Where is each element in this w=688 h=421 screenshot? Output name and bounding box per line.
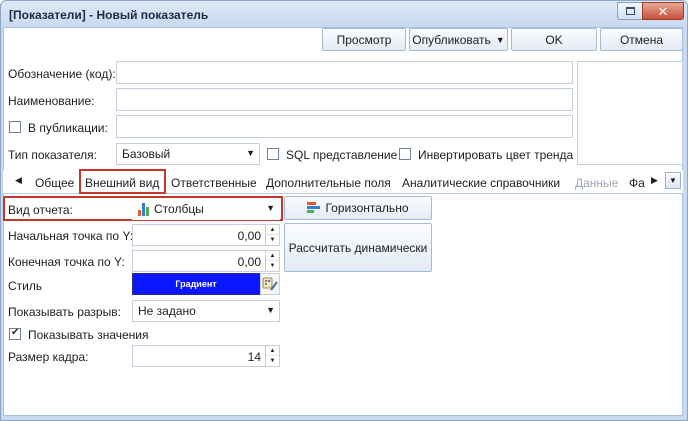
- style-swatch[interactable]: Градиент: [132, 273, 260, 295]
- increment-icon[interactable]: ▲: [266, 346, 279, 356]
- title-bar[interactable]: [Показатели] - Новый показатель ✕: [1, 1, 687, 28]
- preview-button[interactable]: Просмотр: [322, 28, 406, 51]
- end-y-label: Конечная точка по Y:: [8, 255, 125, 269]
- show-gap-value: Не задано: [138, 304, 196, 318]
- icon-preview-box[interactable]: [577, 61, 683, 165]
- chevron-down-icon: ▼: [266, 203, 275, 213]
- show-values-checkbox[interactable]: [9, 327, 21, 340]
- published-checkbox[interactable]: [9, 121, 21, 133]
- chevron-down-icon: ▼: [495, 34, 505, 45]
- report-type-value: Столбцы: [154, 202, 204, 216]
- calculate-dynamically-label: Рассчитать динамически: [288, 240, 428, 255]
- decrement-icon[interactable]: ▼: [266, 356, 279, 366]
- tab-appearance-highlight: [79, 169, 166, 194]
- decrement-icon[interactable]: ▼: [266, 261, 279, 271]
- window-title: [Показатели] - Новый показатель: [9, 8, 209, 22]
- sql-checkbox[interactable]: [267, 148, 279, 160]
- show-gap-select[interactable]: Не задано ▼: [132, 300, 280, 322]
- increment-icon[interactable]: ▲: [266, 225, 279, 235]
- style-swatch-label: Градиент: [175, 279, 217, 289]
- tab-additional-fields[interactable]: Дополнительные поля: [266, 176, 391, 190]
- horizontal-bars-icon: [307, 201, 321, 215]
- chevron-down-icon: ▼: [669, 176, 677, 185]
- tab-general[interactable]: Общее: [35, 176, 74, 190]
- restore-icon: [625, 7, 635, 15]
- cancel-button-label: Отмена: [619, 32, 664, 47]
- start-y-arrows: ▲ ▼: [265, 225, 279, 245]
- close-button[interactable]: ✕: [642, 2, 684, 20]
- tab-scroll-left-icon[interactable]: ◀: [15, 175, 22, 186]
- report-type-select[interactable]: Столбцы ▼: [132, 198, 280, 220]
- show-gap-label: Показывать разрыв:: [8, 305, 121, 319]
- tab-analytic-directories[interactable]: Аналитические справочники: [402, 176, 560, 190]
- name-label: Наименование:: [8, 94, 95, 108]
- increment-icon[interactable]: ▲: [266, 251, 279, 261]
- end-y-arrows: ▲ ▼: [265, 251, 279, 271]
- horizontal-toggle-button[interactable]: Горизонтально: [284, 196, 432, 220]
- style-edit-button[interactable]: [260, 273, 280, 295]
- horizontal-toggle-label: Горизонтально: [325, 201, 409, 215]
- publish-button[interactable]: Опубликовать ▼: [409, 28, 508, 51]
- tab-scroll-right-icon[interactable]: ▶: [651, 175, 658, 186]
- tab-responsible[interactable]: Ответственные: [171, 176, 257, 190]
- chevron-down-icon: ▼: [266, 305, 275, 315]
- bar-chart-icon: [138, 202, 149, 216]
- report-type-label: Вид отчета:: [8, 203, 73, 217]
- show-values-label: Показывать значения: [28, 328, 149, 342]
- chevron-down-icon: ▼: [246, 148, 255, 158]
- cancel-button[interactable]: Отмена: [600, 28, 683, 51]
- ok-button-label: OK: [545, 32, 563, 47]
- type-select[interactable]: Базовый ▼: [116, 143, 260, 165]
- name-input[interactable]: [116, 88, 573, 111]
- end-y-value: 0,00: [237, 255, 261, 269]
- ok-button[interactable]: OK: [511, 28, 597, 51]
- start-y-value: 0,00: [237, 229, 261, 243]
- code-input[interactable]: [116, 61, 573, 84]
- type-label: Тип показателя:: [8, 148, 97, 162]
- start-y-spinner[interactable]: 0,00 ▲ ▼: [132, 224, 280, 246]
- style-label: Стиль: [8, 279, 43, 293]
- frame-size-spinner[interactable]: 14 ▲ ▼: [132, 345, 280, 367]
- tab-menu-button[interactable]: ▼: [665, 172, 681, 189]
- start-y-label: Начальная точка по Y:: [8, 229, 134, 243]
- published-input[interactable]: [116, 115, 573, 138]
- published-label: В публикации:: [28, 121, 108, 135]
- tab-data: Данные: [575, 176, 619, 190]
- decrement-icon[interactable]: ▼: [266, 235, 279, 245]
- code-label: Обозначение (код):: [8, 67, 116, 81]
- frame-size-arrows: ▲ ▼: [265, 346, 279, 366]
- invert-trend-checkbox[interactable]: [399, 148, 411, 160]
- restore-button[interactable]: [617, 2, 643, 20]
- close-icon: ✕: [657, 3, 669, 19]
- type-select-value: Базовый: [122, 147, 171, 161]
- sql-label: SQL представление: [286, 148, 398, 162]
- frame-size-label: Размер кадра:: [8, 350, 89, 364]
- preview-button-label: Просмотр: [336, 32, 392, 47]
- publish-button-label: Опубликовать: [412, 32, 491, 47]
- tab-files[interactable]: Фа: [629, 176, 645, 190]
- frame-size-value: 14: [247, 350, 261, 364]
- end-y-spinner[interactable]: 0,00 ▲ ▼: [132, 250, 280, 272]
- palette-brush-icon: [262, 277, 278, 291]
- invert-trend-label: Инвертировать цвет тренда: [418, 148, 574, 162]
- calculate-dynamically-button[interactable]: Рассчитать динамически: [284, 223, 432, 272]
